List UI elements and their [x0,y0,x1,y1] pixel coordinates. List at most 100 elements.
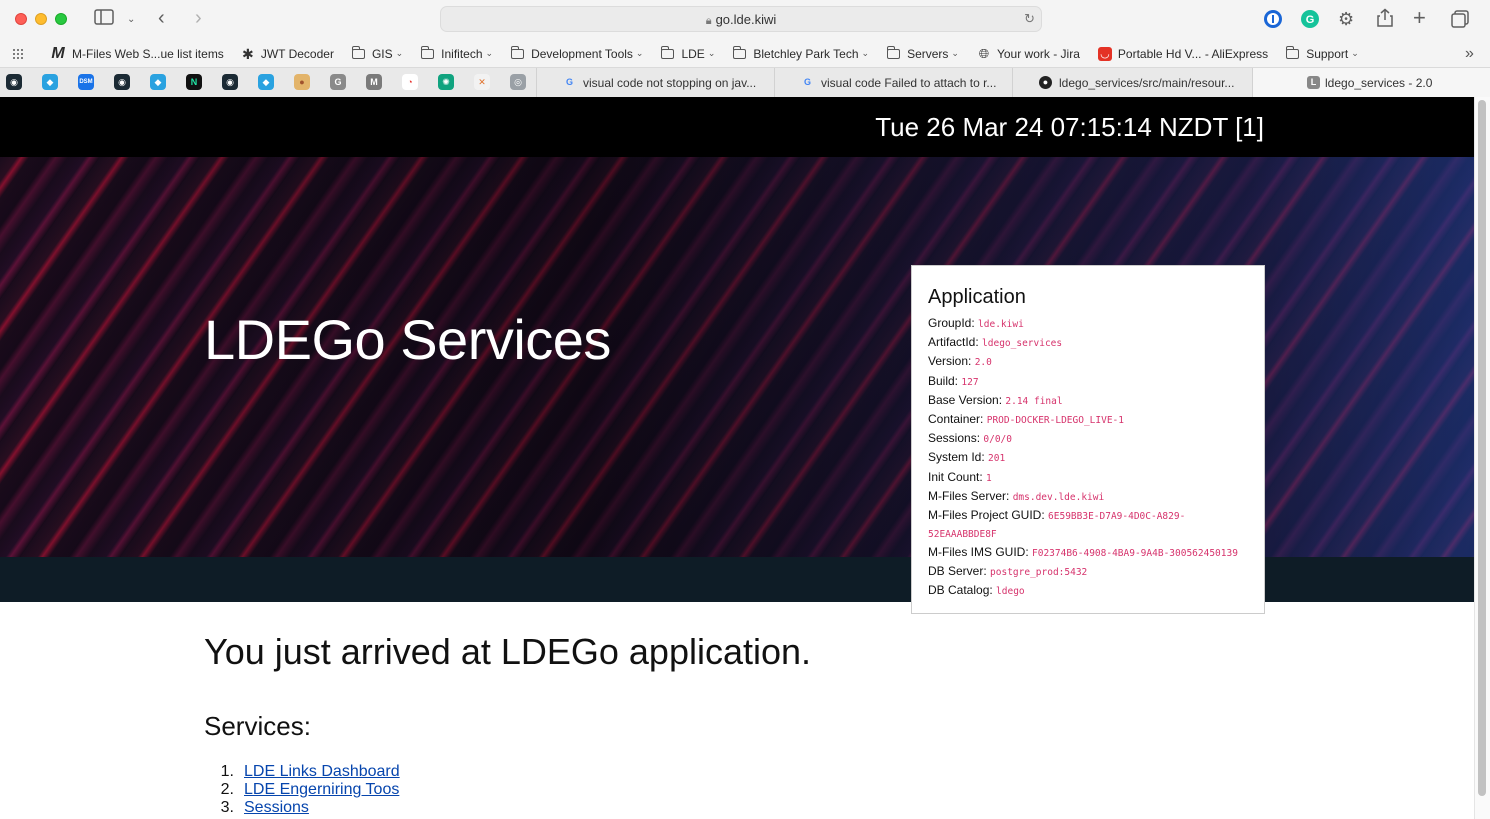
info-row-mfiles-ims-guid: M-Files IMS GUID: F02374B6-4908-4BA9-9A4… [928,544,1248,562]
services-list: 1. LDE Links Dashboard 2. LDE Engerniring … [204,763,400,817]
forward-arrow-icon[interactable]: › [195,8,202,28]
info-row-db-catalog: DB Catalog: ldego [928,582,1248,600]
bookmarks-bar: M M-Files Web S...ue list items ✱ JWT De… [0,40,1490,67]
service-link-lde-engineering-tools[interactable]: LDE Engerniring Toos [244,781,399,798]
pinned-tab-7[interactable]: ◉ [222,74,238,90]
bookmark-label: Servers [907,46,949,61]
pinned-tab-9[interactable]: ● [294,74,310,90]
info-label: M-Files Project GUID: [928,507,1045,522]
tab-label: ldego_services - 2.0 [1325,75,1433,90]
pinned-tab-3[interactable]: DSM [78,74,94,90]
tab-label: ldego_services/src/main/resour... [1059,75,1235,90]
info-label: GroupId: [928,316,975,330]
info-label: Version: [928,354,972,369]
info-label: Base Version: [928,392,1003,407]
bookmark-jwt-decoder[interactable]: ✱ JWT Decoder [241,40,334,67]
info-row-groupid: GroupId: lde.kiwi [928,315,1248,333]
bookmark-folder-gis[interactable]: GIS ⌄ [351,40,404,67]
pinned-tab-8[interactable]: ◆ [258,74,274,90]
page-content: Tue 26 Mar 24 07:15:14 NZDT [1] LDEGo Se… [0,97,1474,819]
chevron-down-icon: ⌄ [395,48,404,58]
sidebar-toggle-icon[interactable] [94,9,114,31]
chevron-down-icon[interactable]: ⌄ [127,10,135,30]
bookmark-folder-lde[interactable]: LDE ⌄ [661,40,715,67]
list-number: 2. [220,781,234,798]
bookmark-label: GIS [371,46,393,61]
folder-icon [420,45,435,59]
pinned-tab-5[interactable]: ◆ [150,74,166,90]
chevron-down-icon: ⌄ [707,48,716,58]
info-value: dms.dev.lde.kiwi [1012,491,1105,503]
scrollbar-thumb[interactable] [1478,100,1486,796]
gear-icon[interactable]: ⚙ [1338,9,1354,29]
github-icon: ● [1039,76,1052,89]
info-row-db-server: DB Server: postgre_prod:5432 [928,563,1248,581]
apps-grid-icon[interactable] [12,40,24,67]
pinned-tab-2[interactable]: ◆ [42,74,58,90]
bookmark-jira[interactable]: 🌐︎ Your work - Jira [977,40,1080,67]
folder-icon [661,45,675,59]
grammarly-icon[interactable]: G [1300,9,1320,35]
aliexpress-icon: ◡ [1097,46,1112,61]
pinned-tab-15[interactable]: ◎ [510,74,526,90]
bookmark-aliexpress[interactable]: ◡ Portable Hd V... - AliExpress [1097,40,1268,67]
hero-title: LDEGo Services [204,307,611,371]
address-bar[interactable]: 🔒︎ go.lde.kiwi ↻ [440,6,1042,32]
new-tab-plus-icon[interactable]: + [1413,7,1426,29]
info-label: Build: [928,373,959,388]
tab-github[interactable]: ● ldego_services/src/main/resour... [1012,68,1252,97]
info-label: Sessions: [928,431,981,446]
pinned-tab-4[interactable]: ◉ [114,74,130,90]
close-window-button[interactable] [15,13,27,25]
service-link-lde-links-dashboard[interactable]: LDE Links Dashboard [244,763,400,780]
pinned-tab-14[interactable]: ✕ [474,74,490,90]
bookmark-label: Support [1306,46,1349,61]
more-bookmarks-icon[interactable]: » [1465,40,1474,67]
bookmark-folder-support[interactable]: Support ⌄ [1285,40,1359,67]
svg-text:G: G [1306,14,1315,26]
chevron-down-icon: ⌄ [485,48,494,58]
top-header: Tue 26 Mar 24 07:15:14 NZDT [1] [0,97,1474,157]
share-icon[interactable] [1376,8,1394,34]
pinned-tab-10[interactable]: G [330,74,346,90]
info-row-artifactid: ArtifactId: ldego_services [928,334,1248,352]
tab-google-search-1[interactable]: G visual code not stopping on jav... [536,68,774,97]
bookmark-folder-bletchley-park-tech[interactable]: Bletchley Park Tech ⌄ [733,40,869,67]
application-info-card: Application GroupId: lde.kiwi ArtifactId… [911,265,1265,614]
bookmark-folder-development-tools[interactable]: Development Tools ⌄ [510,40,643,67]
bookmark-folder-inifitech[interactable]: Inifitech ⌄ [420,40,494,67]
tab-google-search-2[interactable]: G visual code Failed to attach to r... [774,68,1012,97]
bookmark-m-files[interactable]: M M-Files Web S...ue list items [50,40,223,67]
datetime-display: Tue 26 Mar 24 07:15:14 NZDT [1] [875,112,1264,142]
tab-overview-icon[interactable] [1450,9,1470,35]
zoom-window-button[interactable] [55,13,67,25]
info-row-base-version: Base Version: 2.14 final [928,392,1248,410]
application-card-title: Application [928,286,1026,308]
bookmark-folder-servers[interactable]: Servers ⌄ [886,40,959,67]
info-row-sessions: Sessions: 0/0/0 [928,430,1248,448]
service-link-sessions[interactable]: Sessions [244,799,309,816]
chevron-down-icon: ⌄ [861,48,870,58]
minimize-window-button[interactable] [35,13,47,25]
info-label: Init Count: [928,469,983,484]
pinned-tab-1[interactable]: ◉ [6,74,22,90]
google-icon: G [803,77,811,87]
pinned-tab-13[interactable]: ✺ [438,74,454,90]
password-manager-icon[interactable] [1263,9,1283,35]
pinned-tab-12[interactable]: ◔ [402,74,418,90]
lock-icon: 🔒︎ [705,15,712,27]
pinned-tab-11[interactable]: M [366,74,382,90]
info-label: DB Server: [928,564,987,579]
info-value: 1 [986,472,992,484]
folder-icon [1285,45,1300,59]
info-value: 201 [988,453,1006,465]
pinned-tab-6[interactable]: N [186,74,202,90]
tab-ldego-services[interactable]: L ldego_services - 2.0 [1252,68,1490,97]
info-row-mfiles-project-guid: M-Files Project GUID: 6E59BB3E-D7A9-4D0C… [928,507,1248,543]
reload-icon[interactable]: ↻ [1024,11,1035,27]
back-arrow-icon[interactable]: ‹ [158,8,165,28]
address-url-container: 🔒︎ go.lde.kiwi [441,12,1041,28]
list-item: 2. LDE Engerniring Toos [204,781,400,799]
bookmark-label: Your work - Jira [996,46,1080,61]
info-value: PROD-DOCKER-LDEGO_LIVE-1 [986,414,1124,426]
